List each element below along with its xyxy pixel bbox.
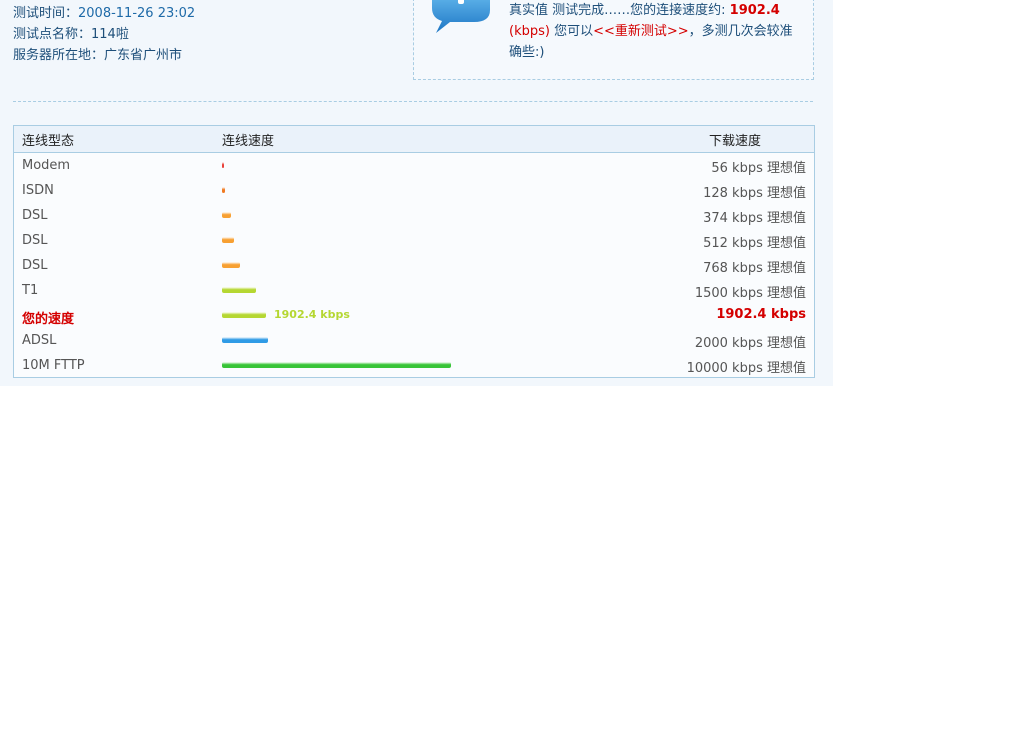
speed-bar bbox=[222, 362, 451, 368]
table-row: DSL 512 kbps 理想值 bbox=[14, 228, 814, 253]
download-speed: 10000 kbps 理想值 bbox=[686, 361, 806, 376]
table-row: ISDN 128 kbps 理想值 bbox=[14, 178, 814, 203]
test-node-line: 测试点名称：114啦 bbox=[13, 26, 129, 44]
connection-type: T1 bbox=[22, 283, 39, 298]
download-speed: 1902.4 kbps bbox=[716, 307, 806, 322]
server-location-label: 服务器所在地： bbox=[13, 48, 105, 63]
speed-test-panel: 测试时间：2008-11-26 23:02 测试点名称：114啦 服务器所在地：… bbox=[0, 0, 833, 386]
header-connection-speed: 连线速度 bbox=[222, 134, 275, 149]
connection-type: ADSL bbox=[22, 333, 57, 348]
speed-bar bbox=[222, 212, 231, 218]
server-location-value: 广东省广州市 bbox=[104, 48, 183, 63]
test-node-label: 测试点名称： bbox=[13, 27, 92, 42]
speed-bar bbox=[222, 162, 224, 168]
notice-middle: 您可以 bbox=[549, 24, 594, 39]
speed-bar bbox=[222, 287, 256, 293]
server-location-line: 服务器所在地：广东省广州市 bbox=[13, 47, 182, 65]
download-speed: 374 kbps 理想值 bbox=[703, 211, 806, 226]
connection-type: ISDN bbox=[22, 183, 54, 198]
download-speed: 512 kbps 理想值 bbox=[703, 236, 806, 251]
header-connection-type: 连线型态 bbox=[22, 134, 75, 149]
speed-bar-label: 1902.4 kbps bbox=[274, 308, 350, 321]
info-icon bbox=[432, 0, 490, 33]
download-speed: 56 kbps 理想值 bbox=[711, 161, 806, 176]
connection-type: DSL bbox=[22, 208, 48, 223]
table-row: DSL 768 kbps 理想值 bbox=[14, 253, 814, 278]
table-row: 您的速度 1902.4 kbps 1902.4 kbps bbox=[14, 303, 814, 328]
download-speed: 128 kbps 理想值 bbox=[703, 186, 806, 201]
section-divider bbox=[13, 101, 813, 102]
table-row: T1 1500 kbps 理想值 bbox=[14, 278, 814, 303]
connection-type: 10M FTTP bbox=[22, 358, 85, 373]
connection-type: 您的速度 bbox=[22, 312, 75, 327]
table-row: 10M FTTP 10000 kbps 理想值 bbox=[14, 353, 814, 378]
speed-bar bbox=[222, 312, 266, 318]
retest-link[interactable]: <<重新测试>> bbox=[593, 24, 689, 39]
speed-bar bbox=[222, 262, 240, 268]
speed-comparison-table: 连线型态 连线速度 下载速度 Modem 56 kbps 理想值 ISDN 128 k… bbox=[13, 125, 815, 378]
download-speed: 2000 kbps 理想值 bbox=[694, 336, 806, 351]
speed-bar bbox=[222, 337, 268, 343]
test-node-value: 114啦 bbox=[91, 27, 129, 42]
table-row: ADSL 2000 kbps 理想值 bbox=[14, 328, 814, 353]
header-download-speed: 下载速度 bbox=[708, 134, 761, 149]
connection-type: DSL bbox=[22, 258, 48, 273]
speed-bar bbox=[222, 237, 234, 243]
download-speed: 1500 kbps 理想值 bbox=[694, 286, 806, 301]
table-row: Modem 56 kbps 理想值 bbox=[14, 153, 814, 178]
test-time-line: 测试时间：2008-11-26 23:02 bbox=[13, 5, 195, 23]
connection-type: DSL bbox=[22, 233, 48, 248]
table-header: 连线型态 连线速度 下载速度 bbox=[14, 126, 814, 153]
speed-bar bbox=[222, 187, 225, 193]
download-speed: 768 kbps 理想值 bbox=[703, 261, 806, 276]
measured-speed: 1902.4 bbox=[729, 3, 780, 18]
connection-type: Modem bbox=[22, 158, 71, 173]
test-time-value: 2008-11-26 23:02 bbox=[78, 6, 196, 21]
table-row: DSL 374 kbps 理想值 bbox=[14, 203, 814, 228]
speed-unit: (kbps) bbox=[509, 24, 550, 39]
result-notice-box: 真实值 测试完成……您的连接速度约: 1902.4 (kbps) 您可以<<重新… bbox=[413, 0, 814, 80]
result-notice-text: 真实值 测试完成……您的连接速度约: 1902.4 (kbps) 您可以<<重新… bbox=[509, 0, 805, 63]
test-time-label: 测试时间： bbox=[13, 6, 79, 21]
notice-prefix: 真实值 测试完成……您的连接速度约: bbox=[509, 3, 730, 18]
